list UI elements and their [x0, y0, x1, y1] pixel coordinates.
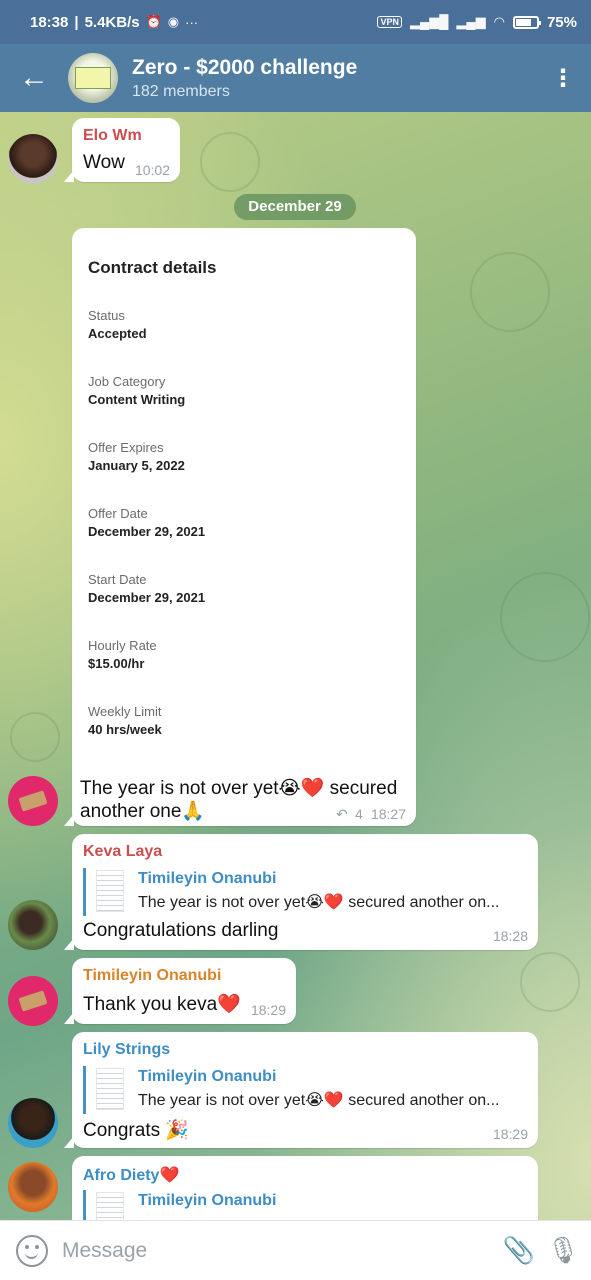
- message-text-line-1: The year is not over yet😭❤️ secured: [80, 778, 398, 799]
- microphone-icon[interactable]: 🎙: [535, 1235, 591, 1266]
- forward-count: 4: [355, 806, 363, 822]
- message-text: Wow: [83, 152, 125, 173]
- network-speed: 5.4KB/s: [84, 13, 140, 31]
- reply-quote[interactable]: Timileyin Onanubi The year is not over y…: [83, 868, 523, 916]
- avatar[interactable]: [8, 1162, 58, 1212]
- contract-field: Start Date December 29, 2021: [88, 572, 206, 605]
- avatar[interactable]: [8, 776, 58, 826]
- avatar[interactable]: [8, 900, 58, 950]
- message-bubble[interactable]: Afro Diety❤️ Timileyin Onanubi: [72, 1156, 538, 1220]
- sender-name[interactable]: Timileyin Onanubi: [83, 967, 221, 985]
- reply-sender: Timileyin Onanubi: [138, 1068, 277, 1085]
- chat-title: Zero - $2000 challenge: [132, 55, 358, 79]
- paperclip-icon[interactable]: 📎: [503, 1235, 535, 1266]
- message-time: 18:29: [492, 1126, 528, 1142]
- wifi-icon: ◠: [493, 14, 505, 29]
- reply-thumbnail: [96, 870, 124, 912]
- contract-field: Offer Date December 29, 2021: [88, 506, 206, 539]
- message-time: 10:02: [134, 162, 170, 178]
- message-time: 18:28: [492, 928, 528, 944]
- status-bar: 18:38 | 5.4KB/s ⏰ ◉ ··· VPN ▂▄▆█ ▂▄▆ ◠ 7…: [0, 0, 591, 44]
- reply-thumbnail: [96, 1068, 124, 1110]
- battery-percent: 75%: [546, 13, 577, 31]
- avatar[interactable]: [8, 134, 58, 184]
- notification-icon: ◉: [167, 14, 180, 29]
- message-bubble[interactable]: Keva Laya Timileyin Onanubi The year is …: [64, 834, 538, 950]
- message-text: Thank you keva❤️: [83, 994, 241, 1015]
- member-count: 182 members: [132, 82, 230, 100]
- sender-name[interactable]: Elo Wm: [83, 127, 142, 145]
- contract-field: Weekly Limit 40 hrs/week: [88, 704, 162, 737]
- back-arrow-icon[interactable]: ←: [0, 61, 68, 95]
- avatar[interactable]: [8, 976, 58, 1026]
- message-bubble[interactable]: Elo Wm Wow 10:02: [64, 118, 180, 182]
- chat-header: ← Zero - $2000 challenge 182 members ⋮: [0, 44, 591, 112]
- message-bubble[interactable]: Contract details Status Accepted Job Cat…: [64, 228, 416, 826]
- status-time: 18:38: [30, 13, 69, 31]
- reply-thumbnail: [96, 1192, 124, 1220]
- contract-title: Contract details: [88, 258, 217, 277]
- reply-quote[interactable]: Timileyin Onanubi: [83, 1190, 523, 1220]
- vpn-badge: VPN: [377, 16, 402, 28]
- battery-icon: [512, 15, 541, 29]
- contract-field: Status Accepted: [88, 308, 147, 341]
- date-separator: December 29: [234, 194, 356, 220]
- sender-name[interactable]: Keva Laya: [83, 843, 162, 861]
- signal-2-icon: ▂▄▆: [456, 14, 486, 29]
- alarm-icon: ⏰: [145, 14, 162, 29]
- message-input-bar: Message 📎 🎙: [0, 1220, 591, 1280]
- message-text: Congrats 🎉: [83, 1120, 190, 1141]
- contract-field: Job Category Content Writing: [88, 374, 186, 407]
- emoji-icon[interactable]: [16, 1234, 48, 1267]
- reply-text: The year is not over yet😭❤️ secured anot…: [138, 1092, 500, 1109]
- contract-field: Hourly Rate $15.00/hr: [88, 638, 157, 671]
- contract-field: Offer Expires January 5, 2022: [88, 440, 185, 473]
- group-avatar[interactable]: [68, 53, 118, 103]
- chat-title-block[interactable]: Zero - $2000 challenge 182 members: [132, 56, 357, 101]
- reply-sender: Timileyin Onanubi: [138, 1192, 277, 1209]
- message-bubble[interactable]: Timileyin Onanubi Thank you keva❤️ 18:29: [64, 958, 296, 1024]
- more-notifications-icon: ···: [185, 14, 199, 30]
- reply-sender: Timileyin Onanubi: [138, 870, 277, 887]
- sender-name[interactable]: Afro Diety❤️: [83, 1165, 179, 1185]
- message-text-line-2: another one🙏: [80, 801, 206, 822]
- chat-area[interactable]: Elo Wm Wow 10:02 December 29 Contract de…: [0, 112, 591, 1220]
- signal-icon: ▂▄▆█: [409, 14, 449, 29]
- more-options-icon[interactable]: ⋮: [535, 64, 591, 93]
- message-input[interactable]: Message: [62, 1239, 147, 1263]
- reply-quote[interactable]: Timileyin Onanubi The year is not over y…: [83, 1066, 523, 1114]
- sender-name[interactable]: Lily Strings: [83, 1041, 170, 1059]
- avatar[interactable]: [8, 1098, 58, 1148]
- message-text: Congratulations darling: [83, 920, 279, 941]
- reply-text: The year is not over yet😭❤️ secured anot…: [138, 894, 500, 911]
- message-time: 18:29: [250, 1002, 286, 1018]
- forward-icon: ↶: [336, 806, 348, 822]
- message-time: 18:27: [370, 806, 406, 822]
- message-bubble[interactable]: Lily Strings Timileyin Onanubi The year …: [64, 1032, 538, 1148]
- contract-image[interactable]: Contract details Status Accepted Job Cat…: [80, 236, 407, 772]
